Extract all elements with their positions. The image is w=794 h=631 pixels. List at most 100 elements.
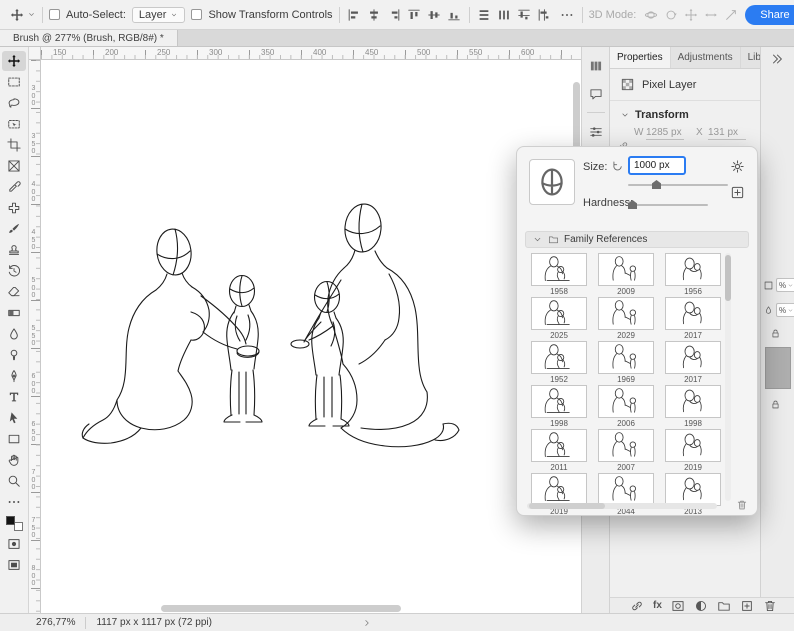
horizontal-ruler[interactable]: 150 200 250 300 350 400 450 500 550 600 <box>41 47 581 60</box>
new-brush-icon[interactable] <box>730 185 745 200</box>
comment-panel-icon[interactable] <box>586 84 605 103</box>
field-value[interactable]: 1285 px <box>646 127 684 140</box>
columns-panel-icon[interactable] <box>586 56 605 75</box>
auto-select-target-dropdown[interactable]: Layer <box>131 6 186 23</box>
tool-crop[interactable] <box>2 135 26 155</box>
tool-pathsel[interactable] <box>2 408 26 428</box>
tool-eyedropper[interactable] <box>2 177 26 197</box>
brush-preset[interactable]: 1998 <box>531 385 587 429</box>
brush-preset[interactable]: 2019 <box>665 429 721 473</box>
document-tab[interactable]: Brush @ 277% (Brush, RGB/8#) * <box>0 30 178 46</box>
tool-lasso[interactable] <box>2 93 26 113</box>
tab-adjustments[interactable]: Adjustments <box>671 47 741 68</box>
expand-panels-button[interactable] <box>769 51 785 67</box>
align-middle-icon[interactable] <box>426 6 443 23</box>
dist-left-icon[interactable] <box>536 6 553 23</box>
tool-brush[interactable] <box>2 219 26 239</box>
align-bottom-icon[interactable] <box>446 6 463 23</box>
ruler-origin-corner[interactable] <box>29 47 41 60</box>
brush-preset[interactable]: 2013 <box>665 473 721 515</box>
tool-frame[interactable] <box>2 156 26 176</box>
tool-objsel[interactable] <box>2 114 26 134</box>
brush-preset[interactable]: 2025 <box>531 297 587 341</box>
brush-group-header[interactable]: Family References <box>525 231 749 248</box>
auto-select-checkbox[interactable] <box>49 9 60 20</box>
tool-stamp[interactable] <box>2 240 26 260</box>
tool-screenmode[interactable] <box>2 555 26 575</box>
canvas[interactable] <box>41 60 581 613</box>
tool-quickmask[interactable] <box>2 534 26 554</box>
brush-preset[interactable]: 1969 <box>598 341 654 385</box>
link-icon[interactable] <box>630 599 644 613</box>
transform-x-field[interactable]: X 131 px <box>696 127 752 140</box>
lock-control[interactable] <box>770 328 781 339</box>
tool-healing[interactable] <box>2 198 26 218</box>
tool-swatches[interactable] <box>2 513 26 533</box>
tool-blur[interactable] <box>2 324 26 344</box>
brush-preset[interactable]: 1956 <box>665 253 721 297</box>
tool-pen[interactable] <box>2 366 26 386</box>
folder-icon[interactable] <box>717 599 731 613</box>
fill-control[interactable]: % <box>763 303 794 317</box>
sliders-panel-icon[interactable] <box>586 122 605 141</box>
brush-preset[interactable]: 2029 <box>598 297 654 341</box>
transform-w-field[interactable]: W 1285 px <box>634 127 690 140</box>
dist-vert-icon[interactable] <box>476 6 493 23</box>
align-top-icon[interactable] <box>406 6 423 23</box>
brush-preset[interactable]: 2009 <box>598 253 654 297</box>
mask-icon[interactable] <box>671 599 685 613</box>
zoom-level[interactable]: 276,77% <box>36 617 75 628</box>
align-right-icon[interactable] <box>386 6 403 23</box>
current-tool-button[interactable] <box>8 6 36 23</box>
more-options-button[interactable] <box>559 6 576 23</box>
tool-gradient[interactable] <box>2 303 26 323</box>
brush-preset[interactable]: 1998 <box>665 385 721 429</box>
brush-size-input[interactable] <box>628 156 686 175</box>
tool-hand[interactable] <box>2 450 26 470</box>
brush-grid-scrollbar[interactable] <box>725 253 731 501</box>
brush-preset[interactable]: 2011 <box>531 429 587 473</box>
tool-type[interactable] <box>2 387 26 407</box>
opacity-control[interactable]: % <box>763 278 794 292</box>
field-value[interactable]: 131 px <box>708 127 746 140</box>
tool-dodge[interactable] <box>2 345 26 365</box>
brush-preset[interactable]: 2017 <box>665 297 721 341</box>
brush-preset[interactable]: 2006 <box>598 385 654 429</box>
align-left-icon[interactable] <box>346 6 363 23</box>
trash-icon[interactable] <box>763 599 777 613</box>
brush-preset[interactable]: 2017 <box>665 341 721 385</box>
dist-top-icon[interactable] <box>516 6 533 23</box>
slider-thumb[interactable] <box>652 180 661 189</box>
gear-icon[interactable] <box>730 159 745 174</box>
scrollbar-thumb[interactable] <box>529 503 605 509</box>
delete-brush-icon[interactable] <box>736 499 748 511</box>
tool-eraser[interactable] <box>2 282 26 302</box>
reset-size-icon[interactable] <box>611 160 624 173</box>
brush-preset[interactable]: 2019 <box>531 473 587 515</box>
transform-section-header[interactable]: Transform <box>610 101 760 125</box>
tool-zoom[interactable] <box>2 471 26 491</box>
newlayer-icon[interactable] <box>740 599 754 613</box>
tab-properties[interactable]: Properties <box>610 47 671 68</box>
brush-preset[interactable]: 1958 <box>531 253 587 297</box>
brush-preset[interactable]: 1952 <box>531 341 587 385</box>
hardness-slider[interactable] <box>628 200 708 209</box>
canvas-horizontal-scrollbar[interactable] <box>47 605 567 612</box>
tool-ellipsis[interactable] <box>2 492 26 512</box>
lock-all-control[interactable] <box>770 399 781 410</box>
dist-horiz-icon[interactable] <box>496 6 513 23</box>
scrollbar-thumb[interactable] <box>161 605 401 612</box>
scrollbar-thumb[interactable] <box>725 255 731 301</box>
fx-button[interactable]: fx <box>653 600 662 611</box>
adjustment-icon[interactable] <box>694 599 708 613</box>
tool-marquee[interactable] <box>2 72 26 92</box>
tool-shape[interactable] <box>2 429 26 449</box>
size-slider[interactable] <box>628 180 728 189</box>
status-options-chevron[interactable] <box>362 618 372 628</box>
brush-preset[interactable]: 2044 <box>598 473 654 515</box>
brush-grid-hscrollbar[interactable] <box>527 503 717 509</box>
tool-move[interactable] <box>2 51 26 71</box>
tool-history[interactable] <box>2 261 26 281</box>
brush-preset[interactable]: 2007 <box>598 429 654 473</box>
vertical-ruler[interactable]: 300 350 400 450 500 550 600 650 700 750 800 <box>29 60 41 613</box>
